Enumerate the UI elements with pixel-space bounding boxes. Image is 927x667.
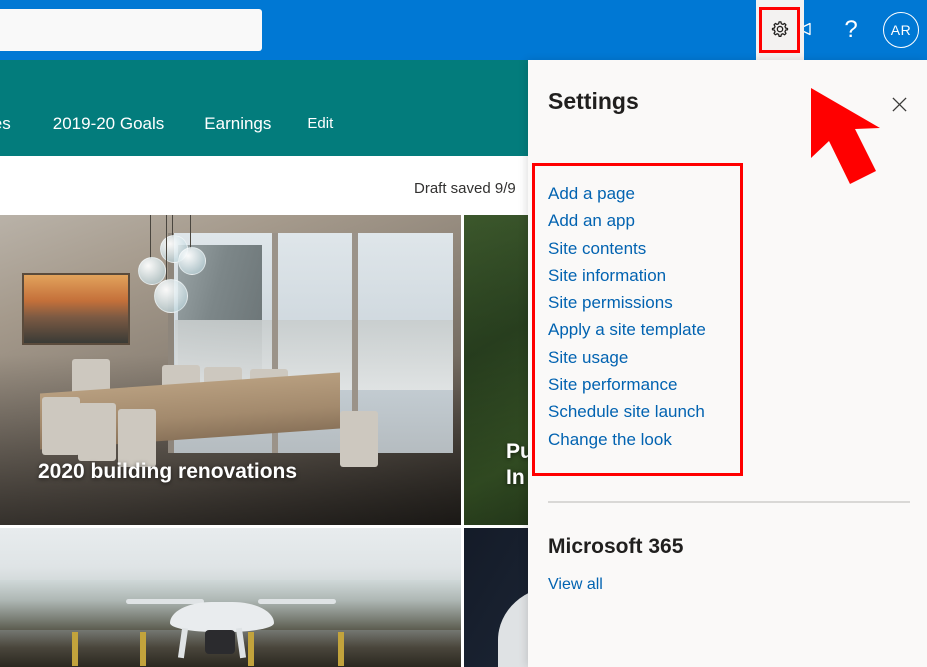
drone-arm <box>258 599 336 604</box>
nav-item-edit[interactable]: Edit <box>307 115 333 132</box>
draft-saved-status: Draft saved 9/9 <box>414 180 516 197</box>
settings-link-apply-a-site-template[interactable]: Apply a site template <box>548 316 706 343</box>
close-icon[interactable] <box>883 88 915 120</box>
nav-item-earnings[interactable]: Earnings <box>204 114 271 134</box>
settings-link-add-a-page[interactable]: Add a page <box>548 180 635 207</box>
gear-icon[interactable] <box>756 0 804 60</box>
chair <box>78 403 116 461</box>
chair <box>42 397 80 455</box>
yellow-post <box>140 632 146 666</box>
site-nav-items: er Stories 2019-20 Goals Earnings Edit <box>0 114 333 134</box>
nav-item-stories[interactable]: er Stories <box>0 114 11 134</box>
drone-leg <box>235 627 247 659</box>
avatar[interactable]: AR <box>875 0 927 60</box>
panel-title: Settings <box>548 88 639 114</box>
pendant-lamp <box>154 279 188 313</box>
hero-card-caption-line2: In <box>506 465 525 489</box>
settings-link-site-performance[interactable]: Site performance <box>548 371 677 398</box>
drone-leg <box>177 627 189 659</box>
help-icon[interactable]: ? <box>827 0 875 60</box>
settings-link-schedule-site-launch[interactable]: Schedule site launch <box>548 398 705 425</box>
lamp-cord <box>166 215 167 281</box>
panel-divider <box>548 501 910 503</box>
chair <box>340 411 378 467</box>
help-glyph: ? <box>844 16 858 43</box>
hero-card-drone[interactable] <box>0 528 461 667</box>
settings-link-site-usage[interactable]: Site usage <box>548 344 628 371</box>
yellow-post <box>248 632 254 666</box>
lamp-cord <box>172 215 173 237</box>
settings-link-site-information[interactable]: Site information <box>548 262 666 289</box>
drone-camera <box>205 630 235 654</box>
lamp-cord <box>190 215 191 249</box>
microsoft365-section-title: Microsoft 365 <box>548 535 684 558</box>
settings-link-site-permissions[interactable]: Site permissions <box>548 289 673 316</box>
settings-link-add-an-app[interactable]: Add an app <box>548 207 635 234</box>
hero-card-caption: 2020 building renovations <box>38 459 298 483</box>
nav-item-goals[interactable]: 2019-20 Goals <box>53 114 165 134</box>
suite-header: ? AR <box>0 0 927 60</box>
settings-link-change-the-look[interactable]: Change the look <box>548 426 672 453</box>
settings-links-list: Add a page Add an app Site contents Site… <box>548 180 878 453</box>
avatar-initials: AR <box>883 12 919 48</box>
settings-link-site-contents[interactable]: Site contents <box>548 235 646 262</box>
wall-artwork <box>22 273 130 345</box>
settings-panel: Settings Add a page Add an app Site cont… <box>528 60 927 667</box>
pendant-lamp <box>178 247 206 275</box>
lamp-cord <box>150 215 151 259</box>
yellow-post <box>338 632 344 666</box>
search-input[interactable] <box>0 9 262 51</box>
yellow-post <box>72 632 78 666</box>
hero-card-conference-room[interactable]: 2020 building renovations <box>0 215 461 525</box>
view-all-link[interactable]: View all <box>548 576 603 594</box>
